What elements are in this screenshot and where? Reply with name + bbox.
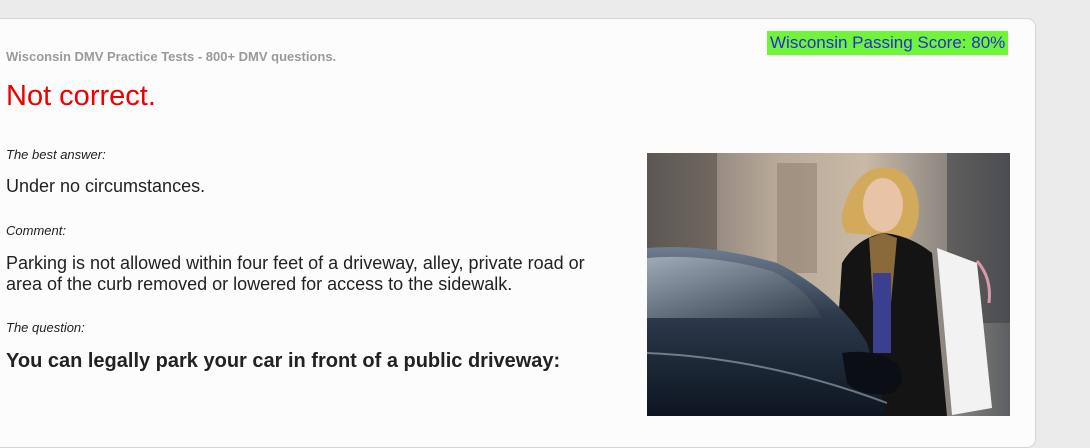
best-answer-label: The best answer: bbox=[6, 147, 106, 162]
comment-text: Parking is not allowed within four feet … bbox=[6, 253, 585, 294]
result-status: Not correct. bbox=[6, 80, 156, 112]
best-answer-text: Under no circumstances. bbox=[6, 176, 206, 196]
question-label: The question: bbox=[6, 320, 85, 335]
passing-score-badge: Wisconsin Passing Score: 80% bbox=[767, 31, 1009, 55]
question-photo bbox=[647, 153, 1010, 416]
comment-label: Comment: bbox=[6, 223, 66, 238]
site-title: Wisconsin DMV Practice Tests - 800+ DMV … bbox=[6, 49, 337, 64]
question-text: You can legally park your car in front o… bbox=[6, 350, 561, 372]
